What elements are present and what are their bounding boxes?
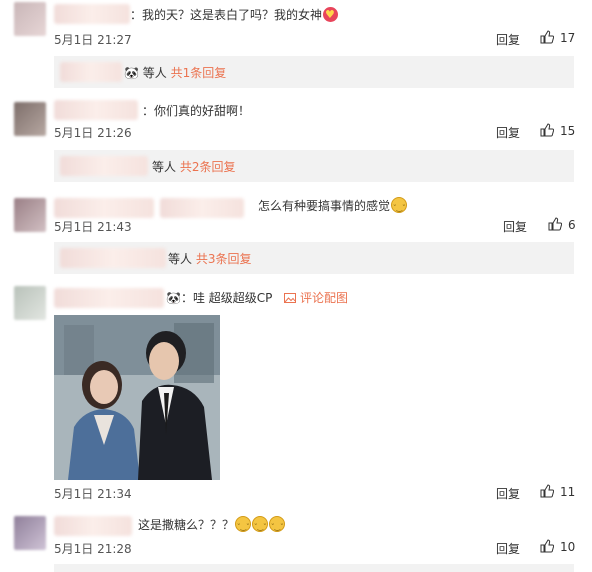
sub-replies-suffix: 等人: [168, 252, 193, 266]
reply-button[interactable]: 回复: [496, 540, 520, 557]
like-count: 15: [560, 124, 576, 138]
thumbs-up-icon: [540, 123, 554, 137]
thumbs-up-icon: [548, 217, 562, 231]
avatar[interactable]: [14, 286, 46, 320]
comment-text: 怎么有种要搞事情的感觉: [258, 199, 391, 213]
doge-emoji-icon: [391, 197, 408, 217]
photo-illustration: [54, 315, 220, 480]
sub-replies-bar-partial: [54, 564, 574, 572]
doge-emoji-icon: [252, 516, 269, 536]
avatar[interactable]: [14, 2, 46, 36]
username-blurred[interactable]: [54, 4, 130, 24]
heart-eyes-emoji-icon: [323, 6, 339, 24]
sub-replies-bar[interactable]: 🐼 等人 共1条回复: [54, 56, 574, 88]
thumbs-up-icon: [540, 30, 554, 44]
username-blurred[interactable]: [54, 198, 154, 218]
username-blurred[interactable]: [54, 516, 132, 536]
comment-time: 5月1日 21:26: [54, 126, 132, 140]
reply-button[interactable]: 回复: [496, 31, 520, 48]
more-replies-link[interactable]: 共3条回复: [196, 252, 252, 266]
image-link-label: 评论配图: [300, 291, 349, 305]
sub-replies-suffix: 等人: [152, 160, 177, 174]
comment-time: 5月1日 21:34: [54, 487, 132, 501]
doge-emoji-icon: [235, 516, 252, 536]
like-button[interactable]: 6: [548, 217, 576, 232]
like-button[interactable]: 17: [540, 30, 575, 45]
reply-button[interactable]: 回复: [503, 218, 527, 235]
panda-emoji-icon: 🐼: [124, 66, 139, 80]
like-count: 10: [560, 540, 576, 554]
thumbs-up-icon: [540, 484, 554, 498]
like-count: 6: [568, 218, 576, 232]
username-blurred[interactable]: [54, 100, 138, 120]
like-count: 11: [560, 485, 576, 499]
avatar[interactable]: [14, 198, 46, 232]
more-replies-link[interactable]: 共2条回复: [180, 160, 236, 174]
username-blurred[interactable]: [54, 288, 164, 308]
comment-image-link[interactable]: 评论配图: [284, 291, 348, 305]
comment-text: ：哇 超级超级CP: [180, 291, 273, 305]
thumbs-up-icon: [540, 539, 554, 553]
avatar[interactable]: [14, 102, 46, 136]
username-blurred: [60, 156, 148, 176]
comment-time: 5月1日 21:43: [54, 220, 132, 234]
comment-time: 5月1日 21:27: [54, 33, 132, 47]
avatar[interactable]: [14, 516, 46, 550]
username-blurred: [60, 248, 166, 268]
comment-photo[interactable]: [54, 315, 220, 480]
like-button[interactable]: 10: [540, 539, 575, 554]
mention-blurred[interactable]: [160, 198, 244, 218]
comment-text: ：你们真的好甜啊！: [142, 104, 251, 118]
reply-button[interactable]: 回复: [496, 485, 520, 502]
username-blurred: [60, 62, 122, 82]
panda-emoji-icon: 🐼: [166, 291, 181, 305]
sub-replies-suffix: 等人: [142, 66, 167, 80]
sub-replies-bar[interactable]: 等人 共3条回复: [54, 242, 574, 274]
image-icon: [284, 293, 297, 303]
sub-replies-bar[interactable]: 等人 共2条回复: [54, 150, 574, 182]
like-button[interactable]: 11: [540, 484, 575, 499]
doge-emoji-icon: [269, 516, 286, 536]
reply-button[interactable]: 回复: [496, 124, 520, 141]
comment-text: ：我的天？这是表白了吗？我的女神: [130, 8, 323, 22]
comment-text: 这是撒糖么？？？: [138, 518, 235, 532]
more-replies-link[interactable]: 共1条回复: [171, 66, 227, 80]
like-button[interactable]: 15: [540, 123, 575, 138]
like-count: 17: [560, 31, 576, 45]
comment-time: 5月1日 21:28: [54, 542, 132, 556]
